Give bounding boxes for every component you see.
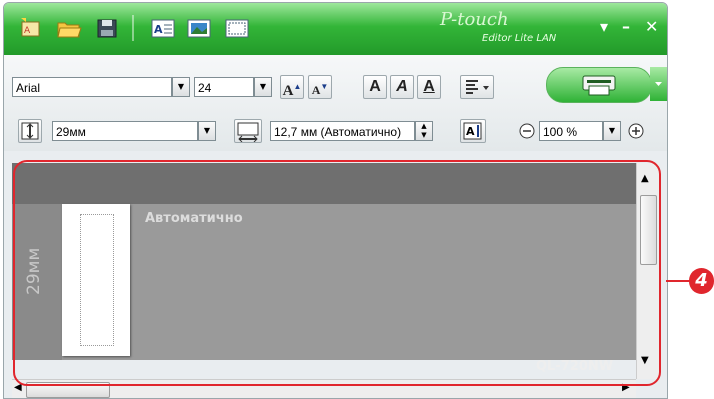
italic-button[interactable]: A bbox=[390, 75, 414, 99]
chevron-down-icon[interactable]: ▼ bbox=[254, 77, 272, 97]
chevron-down-icon bbox=[655, 82, 662, 86]
printer-icon bbox=[582, 75, 616, 96]
insert-text-icon[interactable]: A bbox=[150, 16, 176, 40]
print-button[interactable] bbox=[546, 67, 652, 103]
chevron-down-icon[interactable]: ▼ bbox=[198, 121, 216, 141]
underline-button[interactable]: A bbox=[417, 75, 441, 99]
title-bar: A A P-touch Editor Lite LAN ▾ – ✕ bbox=[4, 3, 667, 55]
insert-image-icon[interactable] bbox=[186, 16, 212, 40]
close-button[interactable]: ✕ bbox=[645, 17, 658, 36]
insert-frame-icon[interactable] bbox=[224, 16, 250, 40]
tape-width-select[interactable]: 29мм bbox=[52, 121, 198, 141]
shrink-font-button[interactable]: A▼ bbox=[308, 75, 332, 99]
ptouch-logo: P-touch bbox=[440, 9, 509, 30]
callout-outline bbox=[13, 160, 661, 386]
new-icon[interactable]: A bbox=[18, 16, 44, 40]
callout-badge: 4 bbox=[689, 268, 714, 294]
text-align-button[interactable] bbox=[460, 75, 494, 99]
options-dropdown-button[interactable]: ▾ bbox=[600, 17, 608, 36]
chevron-down-icon[interactable]: ▼ bbox=[172, 77, 190, 97]
zoom-out-icon[interactable] bbox=[519, 123, 535, 139]
svg-text:A: A bbox=[466, 125, 475, 138]
font-name-select[interactable]: Arial bbox=[12, 77, 172, 97]
vertical-text-icon[interactable]: A bbox=[460, 119, 486, 143]
tape-width-icon bbox=[18, 119, 42, 143]
toolbar-separator bbox=[132, 15, 134, 41]
length-spinner[interactable]: ▲ ▼ bbox=[415, 121, 433, 141]
grow-font-button[interactable]: A▲ bbox=[280, 75, 304, 99]
zoom-in-icon[interactable] bbox=[628, 123, 644, 139]
font-size-select[interactable]: 24 bbox=[194, 77, 254, 97]
zoom-select[interactable]: 100 % bbox=[539, 121, 603, 141]
svg-text:A: A bbox=[154, 23, 163, 36]
align-left-icon bbox=[466, 80, 489, 94]
label-length-icon bbox=[234, 119, 262, 143]
save-icon[interactable] bbox=[94, 16, 120, 40]
formatting-toolbar: Arial ▼ 24 ▼ A▲ A▼ A A A 29мм ▼ 12,7 мм … bbox=[4, 55, 667, 151]
callout-connector bbox=[666, 280, 690, 282]
label-length-field[interactable]: 12,7 мм (Автоматично) bbox=[270, 121, 415, 141]
print-options-button[interactable] bbox=[650, 67, 667, 101]
ptouch-logo-subtitle: Editor Lite LAN bbox=[482, 33, 557, 44]
chevron-down-icon[interactable]: ▼ bbox=[603, 121, 621, 141]
bold-button[interactable]: A bbox=[363, 75, 387, 99]
svg-text:A: A bbox=[24, 26, 31, 36]
grow-font-label: A bbox=[282, 83, 294, 99]
minimize-button[interactable]: – bbox=[622, 17, 630, 36]
open-folder-icon[interactable] bbox=[56, 16, 82, 40]
